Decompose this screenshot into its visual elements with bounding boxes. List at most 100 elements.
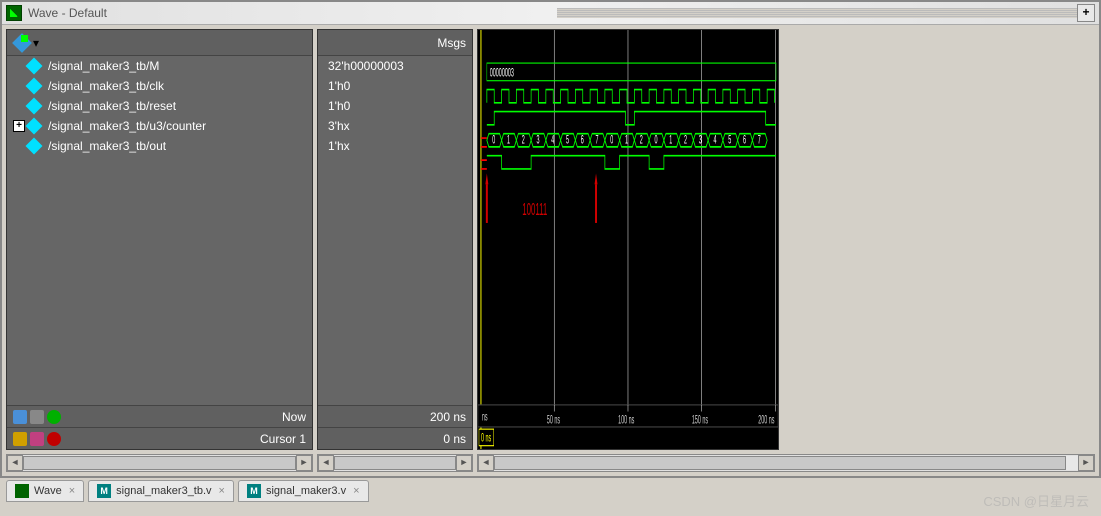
main-area: ▾ /signal_maker3_tb/M /signal_maker3_tb/… xyxy=(2,25,1099,454)
cursor-value-row: 0 ns xyxy=(318,427,472,449)
counter-value: 2 xyxy=(640,132,643,146)
svg-text:50 ns: 50 ns xyxy=(547,412,560,426)
watermark: CSDN @日星月云 xyxy=(983,491,1089,510)
signal-row[interactable]: /signal_maker3_tb/clk xyxy=(7,76,312,96)
edit-icon[interactable] xyxy=(30,432,44,446)
tab-source[interactable]: M signal_maker3.v × xyxy=(238,480,369,502)
msgs-hscroll[interactable]: ◄ ► xyxy=(317,454,473,472)
util-icon[interactable] xyxy=(30,410,44,424)
title-grip[interactable] xyxy=(557,8,1077,18)
counter-value: 0 xyxy=(492,132,495,146)
signal-name-panel: ▾ /signal_maker3_tb/M /signal_maker3_tb/… xyxy=(6,29,313,450)
msgs-list[interactable]: 32'h00000003 1'h0 1'h0 3'hx 1'hx xyxy=(318,56,472,405)
counter-value: 7 xyxy=(758,132,761,146)
expand-button[interactable]: + xyxy=(13,120,25,132)
scroll-right-icon[interactable]: ► xyxy=(296,455,312,471)
tab-bar: Wave × M signal_maker3_tb.v × M signal_m… xyxy=(0,478,1101,504)
tab-tb-source[interactable]: M signal_maker3_tb.v × xyxy=(88,480,234,502)
cursor-label: Cursor 1 xyxy=(260,432,306,446)
svg-text:150 ns: 150 ns xyxy=(692,412,708,426)
counter-value: 0 xyxy=(655,132,658,146)
counter-value: 6 xyxy=(743,132,746,146)
svg-text:100 ns: 100 ns xyxy=(618,412,634,426)
signal-panel-header: ▾ xyxy=(7,30,312,56)
reset-waveform xyxy=(487,112,776,125)
counter-value: 5 xyxy=(566,132,569,146)
add-icon[interactable] xyxy=(47,410,61,424)
counter-value: 1 xyxy=(507,132,510,146)
verilog-file-icon: M xyxy=(97,484,111,498)
counter-value: 6 xyxy=(581,132,584,146)
counter-value: 4 xyxy=(714,132,717,146)
signal-diamond-icon xyxy=(26,78,43,95)
signal-list[interactable]: /signal_maker3_tb/M /signal_maker3_tb/cl… xyxy=(7,56,312,405)
dropdown-icon[interactable]: ▾ xyxy=(33,36,39,50)
remove-icon[interactable] xyxy=(47,432,61,446)
svg-text:ns: ns xyxy=(482,409,488,423)
now-value-row: 200 ns xyxy=(318,405,472,427)
msgs-label: Msgs xyxy=(437,36,466,50)
signal-row[interactable]: /signal_maker3_tb/out xyxy=(7,136,312,156)
cursor-row[interactable]: Cursor 1 xyxy=(7,427,312,449)
tab-wave[interactable]: Wave × xyxy=(6,480,84,502)
signal-diamond-icon xyxy=(26,58,43,75)
msgs-value[interactable]: 1'h0 xyxy=(318,76,472,96)
scroll-right-icon[interactable]: ► xyxy=(1078,455,1094,471)
scroll-left-icon[interactable]: ◄ xyxy=(478,455,494,471)
close-icon[interactable]: × xyxy=(219,485,225,497)
waveform-canvas[interactable]: 00000003 0123456701201234567 xyxy=(478,30,778,449)
signal-row[interactable]: /signal_maker3_tb/reset xyxy=(7,96,312,116)
scrollbar-row: ◄ ► ◄ ► ◄ ► xyxy=(6,454,1095,472)
counter-value: 2 xyxy=(684,132,687,146)
counter-value: 1 xyxy=(625,132,628,146)
title-bar[interactable]: Wave - Default + xyxy=(2,2,1099,25)
msgs-value[interactable]: 3'hx xyxy=(318,116,472,136)
objects-icon[interactable] xyxy=(13,34,31,52)
signal-row[interactable]: /signal_maker3_tb/M xyxy=(7,56,312,76)
now-label: Now xyxy=(282,410,306,424)
signal-hscroll[interactable]: ◄ ► xyxy=(6,454,313,472)
signal-row[interactable]: +/signal_maker3_tb/u3/counter xyxy=(7,116,312,136)
scroll-left-icon[interactable]: ◄ xyxy=(7,455,23,471)
counter-value: 3 xyxy=(699,132,702,146)
verilog-file-icon: M xyxy=(247,484,261,498)
out-waveform xyxy=(481,156,776,169)
msgs-value[interactable]: 1'h0 xyxy=(318,96,472,116)
wave-app-icon xyxy=(6,5,22,21)
signal-diamond-icon xyxy=(26,98,43,115)
wave-window: Wave - Default + ▾ /signal_maker3_tb/M /… xyxy=(0,0,1101,478)
close-icon[interactable]: × xyxy=(69,485,75,497)
signal-diamond-icon xyxy=(26,138,43,155)
wave-file-icon xyxy=(15,484,29,498)
util-icon[interactable] xyxy=(13,410,27,424)
add-pane-button[interactable]: + xyxy=(1077,4,1095,22)
cursor-ns-box: 0 ns xyxy=(481,430,491,444)
waveform-panel[interactable]: 00000003 0123456701201234567 xyxy=(477,29,779,450)
svg-text:200 ns: 200 ns xyxy=(758,412,774,426)
annotation: 100111 xyxy=(485,173,597,223)
lock-icon[interactable] xyxy=(13,432,27,446)
annotation-text: 100111 xyxy=(522,200,547,219)
counter-value: 3 xyxy=(537,132,540,146)
counter-value: 1 xyxy=(669,132,672,146)
clk-waveform xyxy=(487,90,775,103)
time-ruler: ns 50 ns 100 ns 150 ns 200 ns xyxy=(478,405,778,427)
msgs-header: Msgs xyxy=(318,30,472,56)
counter-value: 2 xyxy=(522,132,525,146)
bus-m-value: 00000003 xyxy=(490,65,514,79)
wave-hscroll[interactable]: ◄ ► xyxy=(477,454,1095,472)
counter-value: 4 xyxy=(551,132,554,146)
counter-value: 7 xyxy=(596,132,599,146)
close-icon[interactable]: × xyxy=(353,485,359,497)
msgs-value[interactable]: 1'hx xyxy=(318,136,472,156)
counter-value: 5 xyxy=(728,132,731,146)
msgs-panel: Msgs 32'h00000003 1'h0 1'h0 3'hx 1'hx 20… xyxy=(317,29,473,450)
signal-diamond-icon xyxy=(26,118,43,135)
scroll-left-icon[interactable]: ◄ xyxy=(318,455,334,471)
counter-value: 0 xyxy=(610,132,613,146)
scroll-right-icon[interactable]: ► xyxy=(456,455,472,471)
msgs-value[interactable]: 32'h00000003 xyxy=(318,56,472,76)
counter-waveform: 0123456701201234567 xyxy=(481,132,767,147)
now-row[interactable]: Now xyxy=(7,405,312,427)
window-title: Wave - Default xyxy=(28,6,557,20)
